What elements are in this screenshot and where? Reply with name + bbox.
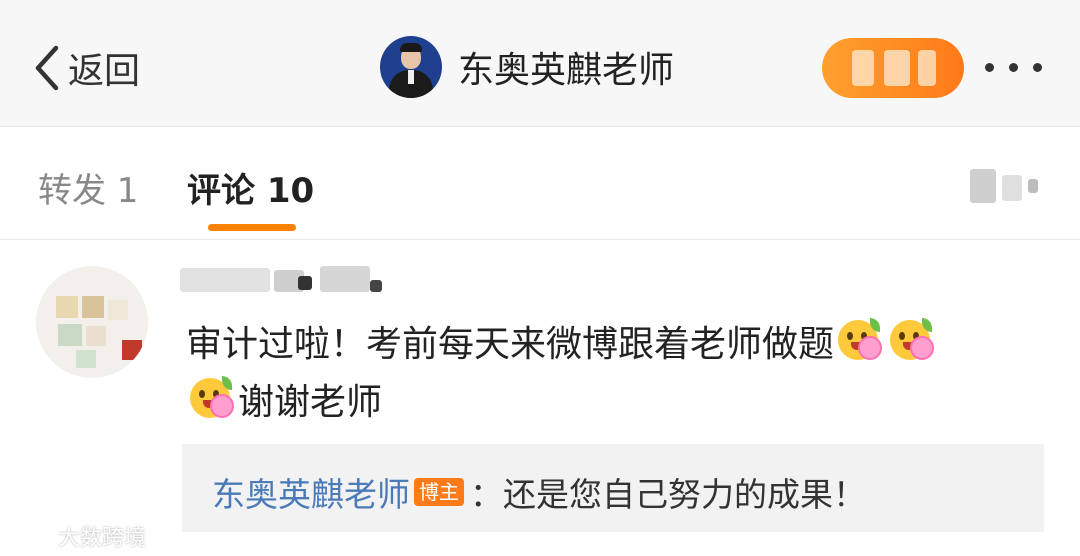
tab-comment[interactable]: 评论 10 <box>187 163 314 212</box>
user-avatar[interactable] <box>380 36 442 98</box>
chevron-left-icon <box>35 45 59 91</box>
blogger-badge: 博主 <box>414 478 464 506</box>
commenter-avatar-blurred[interactable] <box>36 266 148 378</box>
vip-badge-blurred[interactable] <box>822 38 964 98</box>
reply-text: 还是您自己努力的成果！ <box>503 475 866 514</box>
tab-like-blurred[interactable] <box>966 165 1046 209</box>
back-button[interactable]: 返回 <box>30 40 140 96</box>
watermark: 大数跨境 <box>8 520 146 552</box>
tab-bar: 转发 1 评论 10 <box>0 127 1080 240</box>
reply-separator: ： <box>470 475 503 514</box>
tab-repost[interactable]: 转发 1 <box>38 163 138 212</box>
reply-author-name[interactable]: 东奥英麒老师 <box>212 468 410 516</box>
flower-blush-emoji-icon <box>188 374 236 422</box>
user-name[interactable]: 东奥英麒老师 <box>458 41 674 93</box>
more-dots-icon[interactable] <box>985 63 1042 72</box>
active-tab-indicator <box>208 224 296 231</box>
commenter-name-blurred[interactable] <box>174 258 404 298</box>
profile-header[interactable]: 东奥英麒老师 <box>380 36 674 98</box>
comment-text: 审计过啦！考前每天来微博跟着老师做题谢谢老师 <box>186 316 1046 432</box>
comment-text-part1: 审计过啦！考前每天来微博跟着老师做题 <box>186 324 835 365</box>
top-nav-bar: 返回 东奥英麒老师 <box>0 0 1080 127</box>
back-label: 返回 <box>68 51 141 92</box>
watermark-logo-icon <box>9 525 54 547</box>
comment-text-part2: 谢谢老师 <box>238 382 383 423</box>
flower-blush-emoji-icon <box>836 316 884 364</box>
author-reply[interactable]: 东奥英麒老师 博主 ： 还是您自己努力的成果！ <box>182 444 1044 532</box>
flower-blush-emoji-icon <box>888 316 936 364</box>
watermark-text: 大数跨境 <box>58 526 147 551</box>
